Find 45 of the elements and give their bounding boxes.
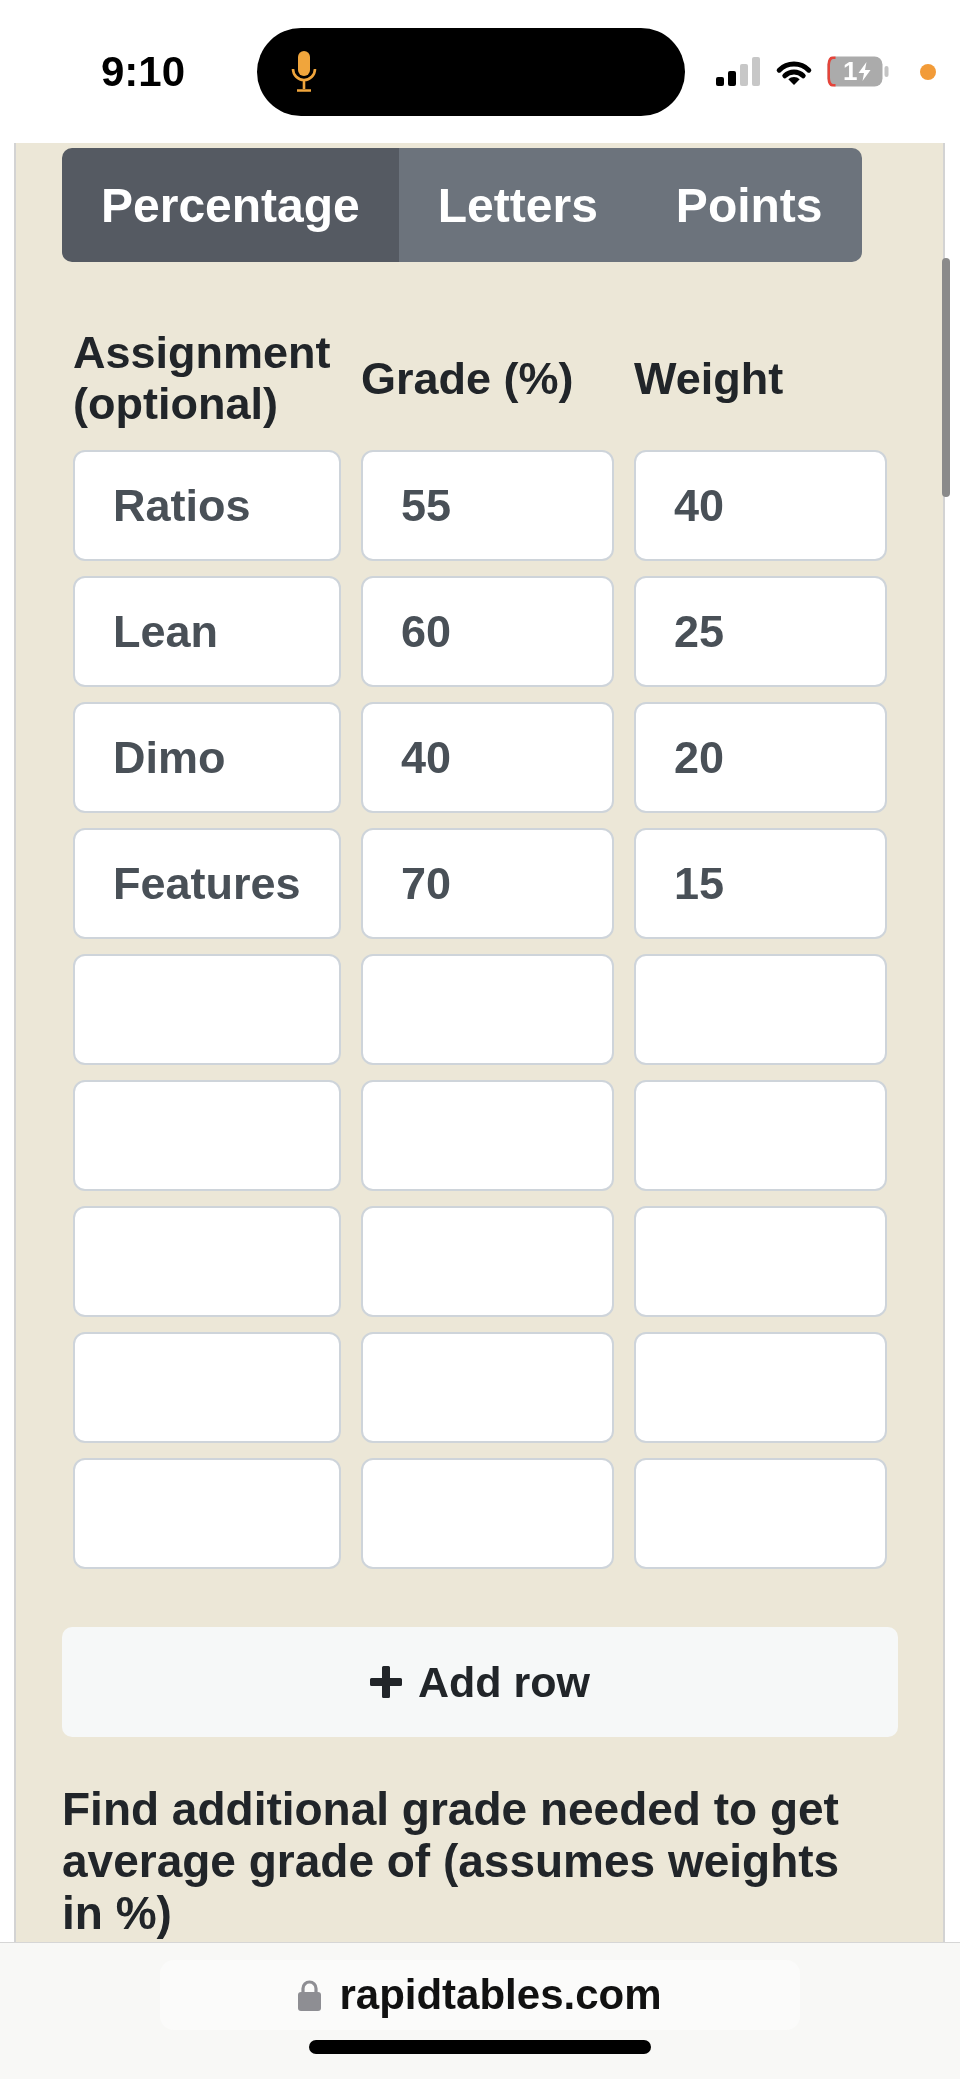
section-heading: Find additional grade needed to get average grade of (assumes weights in %) [62, 1783, 841, 1939]
battery-percent: 1 [843, 56, 858, 87]
microphone-icon [290, 51, 318, 92]
input-field[interactable] [634, 1332, 887, 1443]
input-field[interactable] [361, 1332, 614, 1443]
input-field[interactable]: Ratios [73, 450, 341, 561]
input-field[interactable] [634, 1080, 887, 1191]
input-field[interactable]: 60 [361, 576, 614, 687]
input-field[interactable] [73, 954, 341, 1065]
input-field[interactable] [361, 954, 614, 1065]
column-header: Weight [634, 352, 785, 404]
input-field[interactable] [361, 1206, 614, 1317]
input-field[interactable] [634, 1206, 887, 1317]
input-field[interactable]: Features [73, 828, 341, 939]
tab[interactable]: Letters [398, 148, 637, 262]
input-field[interactable]: 25 [634, 576, 887, 687]
input-field[interactable] [73, 1206, 341, 1317]
add-row-button[interactable]: Add row [62, 1627, 898, 1737]
input-field[interactable]: Dimo [73, 702, 341, 813]
signal-icon [716, 57, 761, 86]
indicator-dot-icon [920, 63, 936, 80]
input-field[interactable]: 40 [361, 702, 614, 813]
input-field[interactable] [361, 1080, 614, 1191]
tab[interactable]: Percentage [62, 148, 399, 262]
address-bar[interactable]: rapidtables.com [160, 1960, 800, 2030]
bolt-icon [858, 62, 871, 81]
battery-icon [827, 56, 889, 87]
input-field[interactable] [73, 1080, 341, 1191]
plus-icon [370, 1666, 402, 1698]
input-field[interactable] [634, 1458, 887, 1569]
input-field[interactable] [73, 1332, 341, 1443]
input-field[interactable]: 70 [361, 828, 614, 939]
column-header: Grade (%) [361, 352, 575, 404]
column-header: Assignment (optional) [73, 327, 332, 429]
input-field[interactable] [361, 1458, 614, 1569]
input-field[interactable]: 40 [634, 450, 887, 561]
input-field[interactable]: 20 [634, 702, 887, 813]
input-field[interactable]: Lean [73, 576, 341, 687]
input-field[interactable] [73, 1458, 341, 1569]
input-field[interactable] [634, 954, 887, 1065]
status-time: 9:10 [101, 47, 187, 96]
tab[interactable]: Points [636, 148, 862, 262]
lock-icon [298, 1979, 322, 2011]
input-field[interactable]: 15 [634, 828, 887, 939]
input-field[interactable]: 55 [361, 450, 614, 561]
